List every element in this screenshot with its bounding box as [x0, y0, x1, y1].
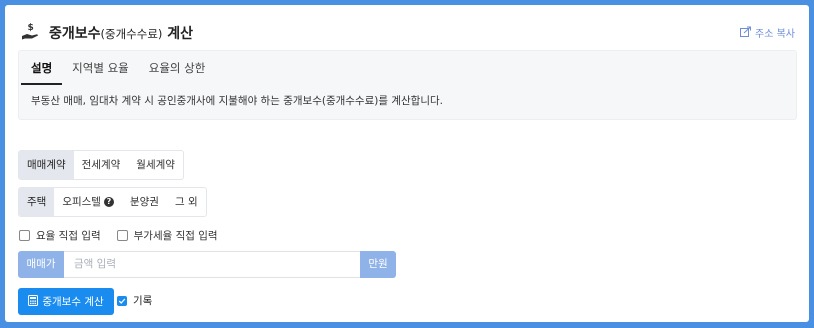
calculator-icon	[28, 294, 39, 309]
check-icon[interactable]	[117, 295, 127, 306]
contract-sale-button[interactable]: 매매계약	[19, 151, 74, 179]
property-presale-button[interactable]: 분양권	[122, 188, 167, 216]
direct-vat-label: 부가세율 직접 입력	[133, 230, 218, 242]
header: $ 중개보수(중개수수료) 계산 주소 복사	[21, 19, 797, 47]
tab-regional-rates[interactable]: 지역별 요율	[62, 51, 139, 83]
record-label: 기록	[133, 295, 153, 307]
contract-monthly-button[interactable]: 월세계약	[128, 151, 183, 179]
hand-coin-icon: $	[21, 22, 41, 42]
amount-input[interactable]: 금액 입력	[64, 251, 360, 278]
copy-address-button[interactable]: 주소 복사	[740, 25, 795, 40]
info-panel: 설명 지역별 요율 요율의 상한 부동산 매매, 임대차 계약 시 공인중개사에…	[18, 50, 797, 120]
direct-rate-label: 요율 직접 입력	[36, 230, 101, 242]
calculate-button[interactable]: 중개보수 계산	[18, 288, 114, 315]
property-officetel-button[interactable]: 오피스텔 ?	[54, 188, 122, 216]
checkbox-box[interactable]	[19, 230, 30, 241]
tab-description[interactable]: 설명	[21, 51, 63, 85]
contract-jeonse-button[interactable]: 전세계약	[74, 151, 129, 179]
record-checkbox[interactable]: 기록	[117, 293, 152, 308]
property-officetel-label: 오피스텔	[62, 196, 101, 208]
tab-rate-cap[interactable]: 요율의 상한	[139, 51, 216, 83]
checkbox-box[interactable]	[116, 230, 128, 241]
help-icon[interactable]: ?	[103, 197, 114, 207]
property-type-group: 주택 오피스텔 ? 분양권 그 외	[18, 187, 207, 217]
direct-rate-checkbox[interactable]: 요율 직접 입력	[19, 228, 101, 243]
amount-input-group: 매매가 금액 입력 만원	[18, 251, 396, 278]
description-text: 부동산 매매, 임대차 계약 시 공인중개사에 지불해야 하는 중개보수(중개수…	[31, 95, 443, 107]
copy-address-label: 주소 복사	[755, 29, 795, 40]
property-other-button[interactable]: 그 외	[167, 188, 206, 216]
calculator-card: $ 중개보수(중개수수료) 계산 주소 복사 설명 지역별 요율 요율의 상한 …	[5, 5, 809, 322]
amount-unit: 만원	[360, 251, 396, 278]
direct-vat-checkbox[interactable]: 부가세율 직접 입력	[116, 228, 218, 243]
contract-type-group: 매매계약 전세계약 월세계약	[18, 150, 184, 180]
options-row: 요율 직접 입력 부가세율 직접 입력	[19, 228, 218, 243]
amount-prefix: 매매가	[18, 251, 64, 278]
property-house-button[interactable]: 주택	[19, 188, 55, 216]
calculate-label: 중개보수 계산	[42, 296, 104, 308]
info-tabs: 설명 지역별 요율 요율의 상한	[19, 51, 215, 85]
page-title: 중개보수(중개수수료) 계산	[49, 26, 194, 42]
share-icon	[740, 26, 752, 40]
svg-text:$: $	[28, 23, 34, 33]
